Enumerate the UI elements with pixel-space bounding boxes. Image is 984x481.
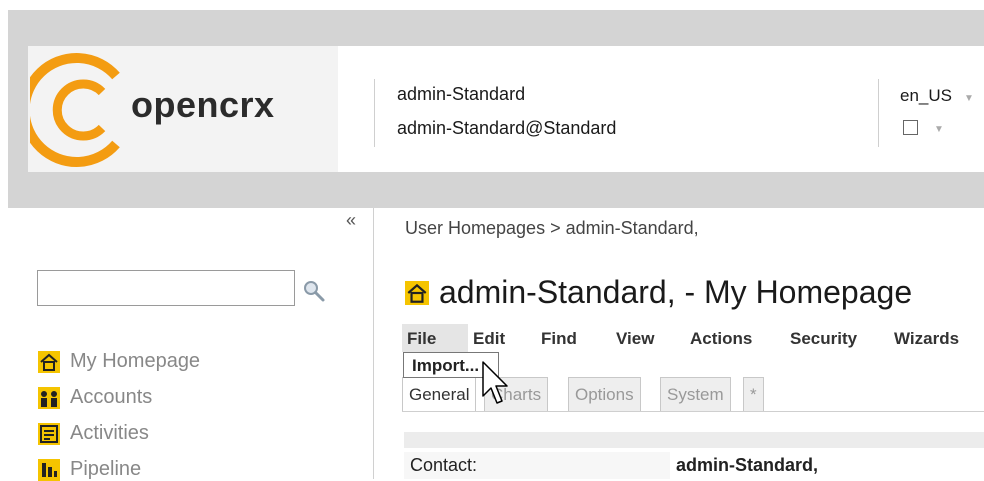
opencrx-logo-icon bbox=[30, 53, 120, 167]
sidebar-item-label: Pipeline bbox=[70, 458, 142, 480]
user-name[interactable]: admin-Standard bbox=[397, 84, 525, 105]
breadcrumb[interactable]: User Homepages > admin-Standard, bbox=[405, 218, 699, 239]
chevron-down-icon[interactable]: ▼ bbox=[964, 93, 974, 104]
header-divider-right bbox=[878, 79, 879, 147]
logo-text: opencrx bbox=[131, 84, 275, 125]
top-strip bbox=[0, 0, 984, 10]
search-input[interactable] bbox=[37, 270, 295, 306]
menu-view[interactable]: View bbox=[616, 329, 654, 349]
user-email[interactable]: admin-Standard@Standard bbox=[397, 118, 616, 139]
contact-label: Contact: bbox=[410, 455, 478, 475]
menu-find[interactable]: Find bbox=[541, 329, 577, 349]
accounts-icon bbox=[38, 386, 60, 409]
chevron-down-icon[interactable]: ▼ bbox=[934, 124, 944, 135]
tab-general[interactable]: General bbox=[402, 377, 477, 411]
sidebar-item-activities[interactable]: Activities bbox=[38, 422, 149, 445]
pipeline-icon bbox=[38, 458, 60, 481]
sidebar-item-accounts[interactable]: Accounts bbox=[38, 386, 152, 409]
sidebar-divider bbox=[373, 208, 374, 479]
menu-bar: File Edit Find View Actions Security Wiz… bbox=[402, 324, 984, 354]
collapse-sidebar-button[interactable]: « bbox=[346, 210, 356, 231]
activities-icon bbox=[38, 422, 60, 445]
menu-wizards[interactable]: Wizards bbox=[894, 329, 959, 349]
sidebar-item-pipeline[interactable]: Pipeline bbox=[38, 458, 141, 481]
tab-system[interactable]: System bbox=[660, 377, 731, 411]
sidebar-item-my-homepage[interactable]: My Homepage bbox=[38, 350, 200, 373]
menu-edit[interactable]: Edit bbox=[473, 329, 505, 349]
home-icon bbox=[405, 280, 429, 305]
menu-actions[interactable]: Actions bbox=[690, 329, 752, 349]
tab-more[interactable]: * bbox=[743, 377, 764, 411]
contact-value[interactable]: admin-Standard, bbox=[676, 455, 818, 476]
menu-item-import[interactable]: Import... bbox=[412, 356, 479, 376]
sidebar-item-label: Activities bbox=[70, 422, 149, 444]
sidebar-item-label: Accounts bbox=[70, 386, 153, 408]
tab-options[interactable]: Options bbox=[568, 377, 641, 411]
header-divider bbox=[374, 79, 375, 147]
page-header: admin-Standard, - My Homepage bbox=[405, 274, 912, 311]
mouse-cursor-icon bbox=[482, 361, 508, 404]
search-icon[interactable] bbox=[302, 279, 326, 303]
section-header-bar bbox=[404, 432, 984, 448]
window-icon[interactable] bbox=[903, 120, 918, 135]
home-icon bbox=[38, 350, 60, 373]
menu-security[interactable]: Security bbox=[790, 329, 857, 349]
tabs-baseline bbox=[402, 411, 984, 412]
menu-file[interactable]: File bbox=[407, 329, 436, 349]
page-title: admin-Standard, - My Homepage bbox=[439, 274, 913, 310]
locale-selector[interactable]: en_US bbox=[900, 86, 952, 106]
sidebar-item-label: My Homepage bbox=[70, 350, 201, 372]
